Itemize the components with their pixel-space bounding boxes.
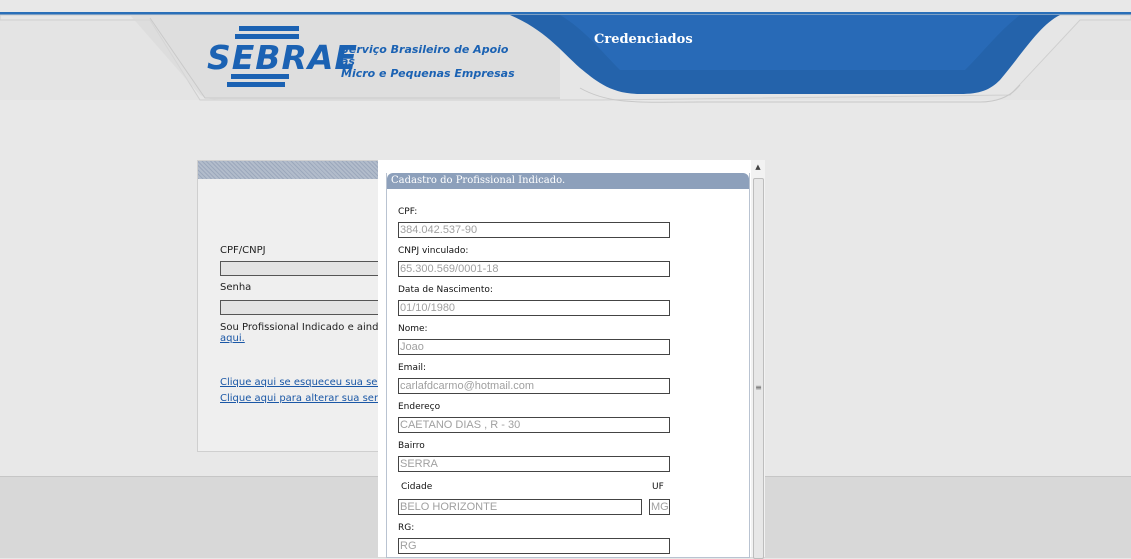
- bairro-field[interactable]: SERRA: [398, 456, 670, 472]
- aqui-link[interactable]: aqui.: [220, 333, 245, 344]
- cidade-label: Cidade: [401, 482, 433, 492]
- rg-field[interactable]: RG: [398, 538, 670, 554]
- logo-text: SEBRAE: [207, 38, 358, 77]
- email-label: Email:: [398, 363, 427, 373]
- uf-label: UF: [652, 482, 664, 492]
- modal-scrollbar[interactable]: ▲ ≡: [751, 160, 765, 559]
- email-field[interactable]: carlafdcarmo@hotmail.com: [398, 378, 670, 394]
- tab-credenciados[interactable]: Credenciados: [594, 32, 693, 47]
- bairro-label: Bairro: [398, 441, 425, 451]
- cadastro-panel: Cadastro do Profissional Indicado. CPF: …: [386, 173, 750, 558]
- nome-label: Nome:: [398, 324, 428, 334]
- cadastro-modal: ▲ ≡ Cadastro do Profissional Indicado. C…: [378, 160, 765, 559]
- scroll-grip-icon: ≡: [755, 383, 762, 392]
- panel-title: Cadastro do Profissional Indicado.: [387, 173, 749, 189]
- change-password-link[interactable]: Clique aqui para alterar sua senha: [220, 393, 393, 404]
- scroll-thumb[interactable]: ≡: [753, 178, 764, 559]
- cpf-label: CPF:: [398, 207, 418, 217]
- nome-field[interactable]: Joao: [398, 339, 670, 355]
- endereco-label: Endereço: [398, 402, 441, 412]
- rg-label: RG:: [398, 523, 415, 533]
- logo-subtitle-line1: Serviço Brasileiro de Apoio às: [341, 43, 509, 68]
- logo-subtitle-line2: Micro e Pequenas Empresas: [341, 67, 515, 80]
- nascimento-field[interactable]: 01/10/1980: [398, 300, 670, 316]
- header-decoration: [0, 14, 1131, 103]
- logo-bar-top: [239, 26, 299, 31]
- logo-subtitle: Serviço Brasileiro de Apoio às Micro e P…: [341, 44, 517, 80]
- nascimento-label: Data de Nascimento:: [398, 285, 493, 295]
- cidade-field[interactable]: BELO HORIZONTE: [398, 499, 642, 515]
- scroll-up-arrow-icon[interactable]: ▲: [751, 162, 765, 172]
- indicado-text: Sou Profissional Indicado e ainda: [220, 322, 385, 333]
- sebrae-logo[interactable]: SEBRAE Serviço Brasileiro de Apoio às Mi…: [207, 24, 517, 90]
- logo-bar-bottom: [227, 82, 285, 87]
- cnpj-field[interactable]: 65.300.569/0001-18: [398, 261, 670, 277]
- cpf-field[interactable]: 384.042.537-90: [398, 222, 670, 238]
- cnpj-label: CNPJ vinculado:: [398, 246, 469, 256]
- senha-label: Senha: [220, 282, 252, 293]
- cpf-cnpj-label: CPF/CNPJ: [220, 245, 266, 256]
- uf-field[interactable]: MG: [649, 499, 670, 515]
- endereco-field[interactable]: CAETANO DIAS , R - 30: [398, 417, 670, 433]
- logo-bar-3: [231, 74, 289, 79]
- forgot-password-link[interactable]: Clique aqui se esqueceu sua sen: [220, 377, 384, 388]
